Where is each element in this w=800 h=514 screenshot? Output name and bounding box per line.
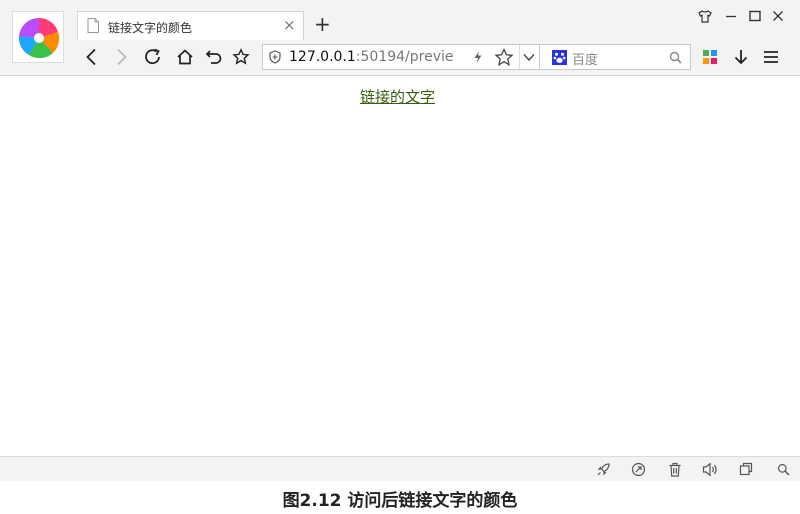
search-placeholder: 百度: [572, 53, 599, 68]
skin-shirt-icon[interactable]: [696, 7, 714, 25]
bookmark-star-icon[interactable]: [230, 46, 252, 68]
trash-icon[interactable]: [667, 461, 683, 477]
minimize-icon[interactable]: [722, 7, 740, 25]
lightning-icon[interactable]: [473, 50, 483, 64]
search-icon[interactable]: [669, 51, 682, 64]
browser-chrome: 链接文字的颜色 × + 127.0.0.1:50194/previe 百度: [0, 0, 800, 76]
status-bar: [0, 456, 800, 481]
undo-close-icon[interactable]: [203, 46, 225, 68]
url-text[interactable]: 127.0.0.1:50194/previe: [289, 49, 459, 65]
page-content: 链接的文字: [0, 77, 800, 456]
maximize-icon[interactable]: [746, 7, 764, 25]
browser-window: 链接文字的颜色 × + 127.0.0.1:50194/previe 百度 链接…: [0, 0, 800, 481]
search-bar[interactable]: 百度: [540, 44, 691, 70]
download-icon[interactable]: [730, 46, 752, 68]
tab-close-icon[interactable]: ×: [283, 16, 296, 34]
url-host: 127.0.0.1: [289, 49, 356, 65]
menu-icon[interactable]: [760, 46, 782, 68]
accelerate-icon[interactable]: [630, 461, 646, 477]
tab-active[interactable]: 链接文字的颜色 ×: [77, 11, 304, 40]
forward-icon[interactable]: [110, 46, 132, 68]
new-tab-button[interactable]: +: [314, 12, 331, 36]
back-icon[interactable]: [81, 46, 103, 68]
baidu-paw-icon[interactable]: [552, 50, 567, 65]
tab-title: 链接文字的颜色: [108, 21, 193, 35]
volume-icon[interactable]: [702, 461, 718, 477]
browser-logo[interactable]: [12, 11, 64, 63]
reload-icon[interactable]: [142, 46, 164, 68]
home-icon[interactable]: [174, 46, 196, 68]
page-icon: [87, 18, 99, 33]
apps-grid-icon[interactable]: [699, 46, 721, 68]
close-window-icon[interactable]: [769, 7, 787, 25]
rocket-icon[interactable]: [595, 461, 611, 477]
zoom-icon[interactable]: [775, 461, 791, 477]
visited-link[interactable]: 链接的文字: [360, 86, 435, 107]
dropdown-chevron-icon[interactable]: [523, 53, 535, 62]
address-bar[interactable]: 127.0.0.1:50194/previe: [262, 44, 540, 70]
window-restore-icon[interactable]: [738, 461, 754, 477]
figure-caption: 图2.12 访问后链接文字的颜色: [282, 491, 518, 511]
browser-logo-icon: [18, 17, 60, 59]
favorite-star-icon[interactable]: [494, 48, 514, 67]
security-shield-icon[interactable]: [269, 50, 281, 64]
url-path: :50194/previe: [355, 49, 454, 65]
address-bar-divider: [519, 45, 520, 69]
